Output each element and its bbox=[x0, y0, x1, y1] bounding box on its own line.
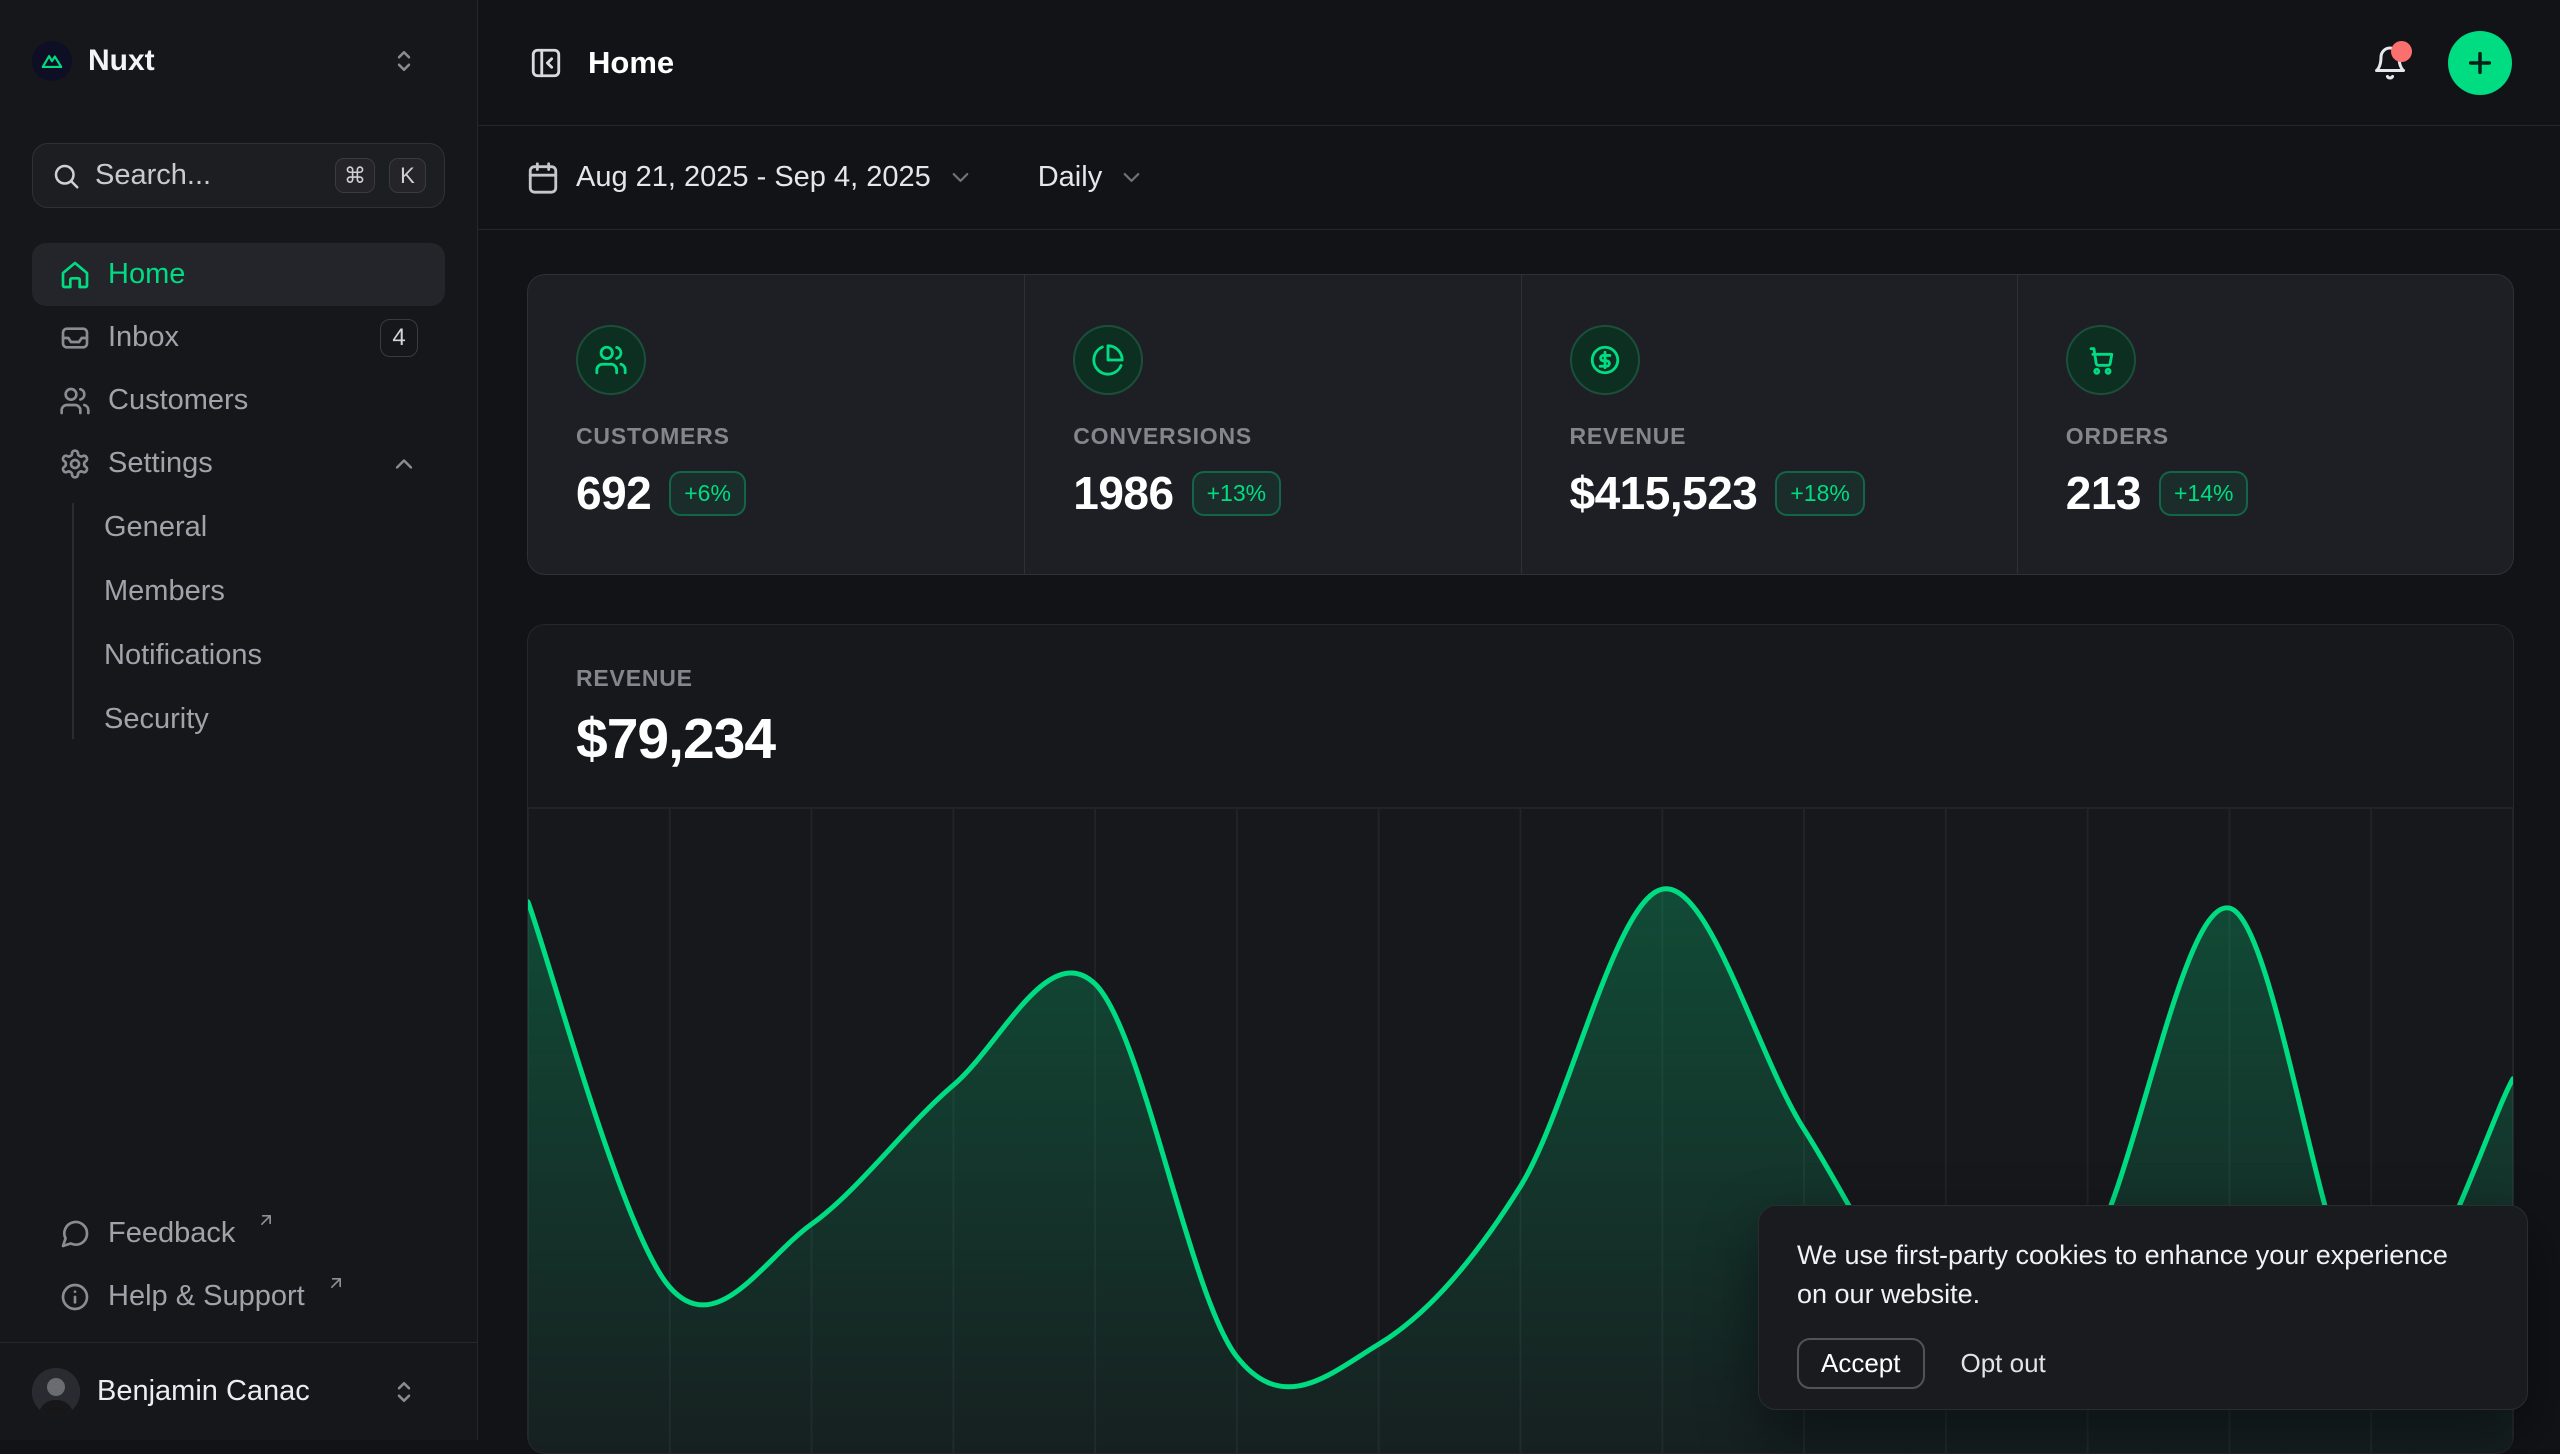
collapse-sidebar-button[interactable] bbox=[526, 43, 566, 83]
sidebar-item-inbox[interactable]: Inbox 4 bbox=[32, 306, 445, 369]
notifications-button[interactable] bbox=[2366, 39, 2414, 87]
sidebar-item-security[interactable]: Security bbox=[32, 687, 445, 751]
optout-cookies-button[interactable]: Opt out bbox=[1961, 1348, 2046, 1379]
sidebar-item-settings[interactable]: Settings bbox=[32, 432, 445, 495]
home-icon bbox=[59, 259, 91, 291]
stat-delta-badge: +18% bbox=[1775, 471, 1864, 516]
feedback-link[interactable]: Feedback bbox=[32, 1202, 445, 1265]
panel-left-close-icon bbox=[529, 46, 563, 80]
add-button[interactable] bbox=[2448, 31, 2512, 95]
subnav-label: Security bbox=[104, 703, 209, 736]
external-link-icon bbox=[256, 1210, 276, 1230]
inbox-icon bbox=[59, 322, 91, 354]
search-field[interactable]: ⌘ K bbox=[32, 143, 445, 208]
notification-dot bbox=[2391, 41, 2412, 62]
footer-link-label: Feedback bbox=[108, 1217, 235, 1250]
page-title: Home bbox=[588, 45, 674, 81]
user-name: Benjamin Canac bbox=[97, 1375, 310, 1408]
user-menu-button[interactable]: Benjamin Canac bbox=[32, 1343, 445, 1440]
sidebar-item-label: Inbox bbox=[108, 321, 179, 354]
calendar-icon bbox=[526, 161, 560, 195]
stat-value: $415,523 bbox=[1570, 466, 1758, 520]
subnav-label: General bbox=[104, 511, 207, 544]
stat-delta-badge: +13% bbox=[1192, 471, 1281, 516]
settings-subnav: General Members Notifications Security bbox=[32, 495, 445, 751]
chevron-up-icon bbox=[390, 450, 418, 478]
date-range-label: Aug 21, 2025 - Sep 4, 2025 bbox=[576, 161, 931, 194]
subnav-label: Members bbox=[104, 575, 225, 608]
sidebar-item-label: Customers bbox=[108, 384, 248, 417]
sidebar-nav: Home Inbox 4 Customers bbox=[32, 243, 445, 751]
help-support-link[interactable]: Help & Support bbox=[32, 1265, 445, 1328]
stat-value: 1986 bbox=[1073, 466, 1173, 520]
sidebar-item-label: Settings bbox=[108, 447, 213, 480]
stat-value: 692 bbox=[576, 466, 651, 520]
pie-chart-icon bbox=[1073, 325, 1143, 395]
date-range-picker[interactable]: Aug 21, 2025 - Sep 4, 2025 bbox=[526, 161, 974, 195]
stat-delta-badge: +6% bbox=[669, 471, 746, 516]
gear-icon bbox=[59, 448, 91, 480]
message-circle-icon bbox=[59, 1218, 91, 1250]
k-keycap: K bbox=[389, 158, 426, 193]
filter-bar: Aug 21, 2025 - Sep 4, 2025 Daily bbox=[478, 126, 2560, 230]
cookie-message: We use first-party cookies to enhance yo… bbox=[1797, 1236, 2457, 1314]
stat-label: CONVERSIONS bbox=[1073, 423, 1490, 450]
sidebar-item-home[interactable]: Home bbox=[32, 243, 445, 306]
users-icon bbox=[576, 325, 646, 395]
stat-label: REVENUE bbox=[1570, 423, 1987, 450]
stat-label: CUSTOMERS bbox=[576, 423, 994, 450]
granularity-label: Daily bbox=[1038, 161, 1102, 194]
chevron-up-down-icon bbox=[389, 46, 419, 76]
stat-conversions: CONVERSIONS 1986 +13% bbox=[1024, 275, 1520, 574]
nuxt-logo-icon bbox=[32, 41, 72, 81]
shopping-cart-icon bbox=[2066, 325, 2136, 395]
workspace-switcher[interactable]: Nuxt bbox=[32, 34, 445, 88]
sidebar-item-customers[interactable]: Customers bbox=[32, 369, 445, 432]
user-section: Benjamin Canac bbox=[0, 1342, 477, 1440]
circle-dollar-icon bbox=[1570, 325, 1640, 395]
workspace-name: Nuxt bbox=[88, 44, 155, 78]
chevron-up-down-icon bbox=[389, 1377, 419, 1407]
users-icon bbox=[59, 385, 91, 417]
cmd-keycap: ⌘ bbox=[335, 158, 375, 193]
revenue-chart-label: REVENUE bbox=[576, 665, 2513, 692]
revenue-chart-value: $79,234 bbox=[576, 706, 2513, 772]
sidebar-item-general[interactable]: General bbox=[32, 495, 445, 559]
subnav-label: Notifications bbox=[104, 639, 262, 672]
stat-customers: CUSTOMERS 692 +6% bbox=[528, 275, 1024, 574]
sidebar-footer: Feedback Help & Support bbox=[32, 1202, 445, 1440]
inbox-count-badge: 4 bbox=[380, 319, 418, 357]
external-link-icon bbox=[326, 1273, 346, 1293]
stat-label: ORDERS bbox=[2066, 423, 2483, 450]
sidebar-item-notifications[interactable]: Notifications bbox=[32, 623, 445, 687]
sidebar-item-members[interactable]: Members bbox=[32, 559, 445, 623]
stat-revenue: REVENUE $415,523 +18% bbox=[1521, 275, 2017, 574]
sidebar-item-label: Home bbox=[108, 258, 185, 291]
sidebar: Nuxt ⌘ K Home bbox=[0, 0, 478, 1440]
avatar bbox=[32, 1368, 80, 1416]
footer-link-label: Help & Support bbox=[108, 1280, 305, 1313]
cookie-banner: We use first-party cookies to enhance yo… bbox=[1758, 1205, 2528, 1410]
stat-orders: ORDERS 213 +14% bbox=[2017, 275, 2513, 574]
stat-delta-badge: +14% bbox=[2159, 471, 2248, 516]
stat-value: 213 bbox=[2066, 466, 2141, 520]
stats-summary-card: CUSTOMERS 692 +6% CONVERSIONS 1986 +13% bbox=[527, 274, 2514, 575]
plus-icon bbox=[2464, 47, 2496, 79]
search-icon bbox=[51, 161, 81, 191]
search-input[interactable] bbox=[95, 159, 321, 192]
info-icon bbox=[59, 1281, 91, 1313]
app-header: Home bbox=[478, 0, 2560, 126]
chevron-down-icon bbox=[947, 164, 974, 191]
granularity-select[interactable]: Daily bbox=[1038, 161, 1145, 194]
chevron-down-icon bbox=[1118, 164, 1145, 191]
accept-cookies-button[interactable]: Accept bbox=[1797, 1338, 1925, 1389]
header-actions bbox=[2366, 31, 2512, 95]
